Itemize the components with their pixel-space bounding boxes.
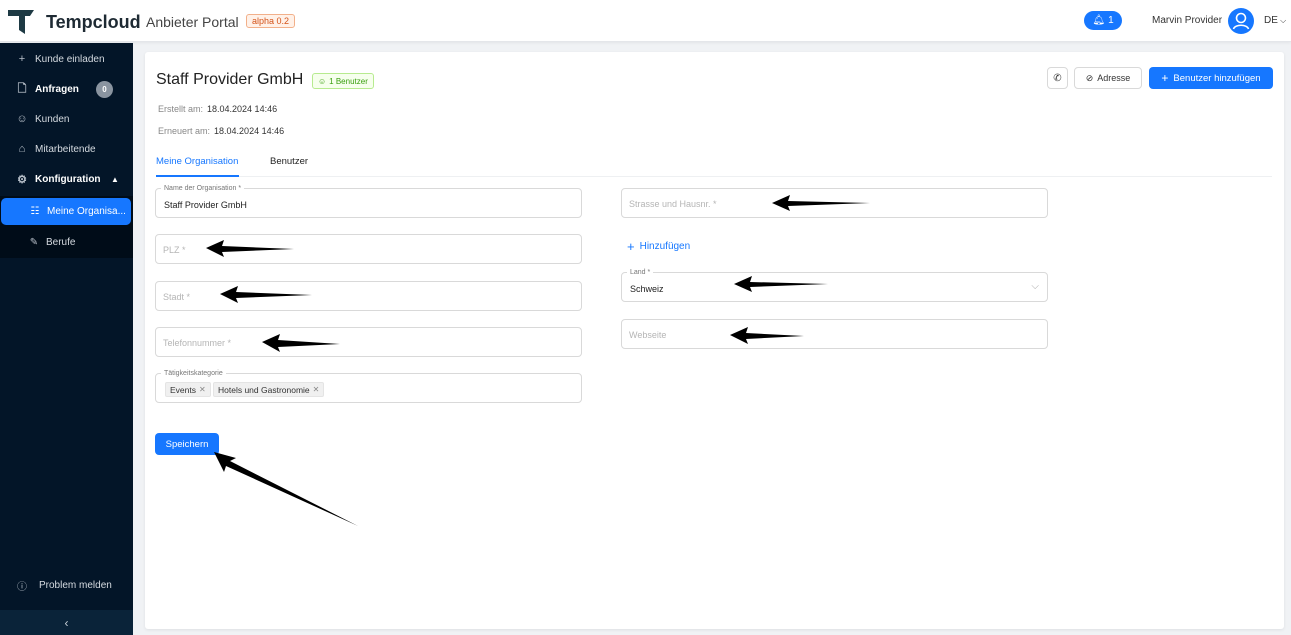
address-button[interactable]: ⊘ Adresse <box>1074 67 1142 89</box>
city-placeholder: Stadt * <box>163 292 191 302</box>
tabs: Meine Organisation Benutzer <box>156 149 1272 177</box>
created-value: 18.04.2024 14:46 <box>207 104 278 114</box>
users-count-tag: ☺︎ 1 Benutzer <box>312 73 374 89</box>
org-name-value: Staff Provider GmbH <box>164 200 247 210</box>
plz-placeholder: PLZ * <box>163 245 186 255</box>
add-link-label: Hinzufügen <box>639 241 691 252</box>
team-icon: ⌂ <box>18 143 26 155</box>
phone-field[interactable]: Telefonnummer * <box>155 327 582 357</box>
users-count-label: 1 Benutzer <box>329 76 368 86</box>
category-tag-label: Hotels und Gastronomie <box>218 384 310 395</box>
sidebar-item-konfiguration[interactable]: ⚙︎ Konfiguration ▲ <box>0 167 133 191</box>
avatar[interactable] <box>1228 8 1254 34</box>
portal-name: Anbieter Portal <box>146 14 239 30</box>
sidebar-item-label: Problem melden <box>39 579 112 591</box>
phone-icon: ✆ <box>1053 72 1062 84</box>
compass-icon: ⊘ <box>1085 72 1094 83</box>
category-select[interactable]: Tätigkeitskategorie Events ✕ Hotels und … <box>155 369 582 403</box>
org-name-field[interactable]: Name der Organisation * Staff Provider G… <box>155 184 582 218</box>
sidebar-item-anfragen[interactable]: 🗋︎ Anfragen 0 <box>0 77 133 101</box>
notification-count: 1 <box>1108 15 1114 26</box>
user-name[interactable]: Marvin Provider <box>1152 15 1222 26</box>
bell-icon: 🔔︎ <box>1092 15 1106 26</box>
tab-benutzer[interactable]: Benutzer <box>270 156 308 167</box>
count-badge: 0 <box>96 81 113 98</box>
phone-placeholder: Telefonnummer * <box>163 338 232 348</box>
add-user-button[interactable]: + Benutzer hinzufügen <box>1149 67 1273 89</box>
sidebar-item-label: Mitarbeitende <box>35 143 96 155</box>
sidebar-item-problem-melden[interactable]: ⓘ Problem melden <box>0 573 133 597</box>
updated-at: Erneuert am: 18.04.2024 14:46 <box>158 126 284 136</box>
add-address-line-button[interactable]: + Hinzufügen <box>627 239 690 254</box>
language-select[interactable]: DE ⌵ <box>1264 15 1286 26</box>
org-icon: ☷ <box>30 206 40 217</box>
sidebar-item-label: Kunden <box>35 113 70 125</box>
chevron-up-icon: ▲ <box>111 174 119 184</box>
save-button[interactable]: Speichern <box>155 433 219 455</box>
plus-icon: + <box>18 53 26 65</box>
category-tag-hotels: Hotels und Gastronomie ✕ <box>213 382 325 397</box>
notifications-button[interactable]: 🔔︎ 1 <box>1084 11 1122 30</box>
page-title: Staff Provider GmbH <box>156 71 304 88</box>
sidebar-item-meine-organisation[interactable]: ☷ Meine Organisa... <box>1 198 131 225</box>
chevron-down-icon: ⌵ <box>1277 16 1287 25</box>
phone-button[interactable]: ✆ <box>1047 67 1068 89</box>
gear-icon: ⚙︎ <box>17 173 27 186</box>
website-field[interactable]: Webseite <box>621 319 1048 349</box>
add-user-button-label: Benutzer hinzufügen <box>1173 72 1261 84</box>
street-placeholder: Strasse und Hausnr. * <box>629 199 717 209</box>
category-tag-events: Events ✕ <box>165 382 211 397</box>
tab-meine-organisation[interactable]: Meine Organisation <box>156 156 238 167</box>
remove-tag-icon[interactable]: ✕ <box>199 385 206 394</box>
sidebar-item-mitarbeitende[interactable]: ⌂ Mitarbeitende <box>0 137 133 161</box>
category-tag-label: Events <box>170 384 196 395</box>
address-button-label: Adresse <box>1097 73 1131 83</box>
plz-field[interactable]: PLZ * <box>155 234 582 264</box>
website-placeholder: Webseite <box>629 330 667 340</box>
sidebar-item-label: Konfiguration <box>35 173 101 185</box>
user-icon <box>1232 12 1250 30</box>
created-at: Erstellt am: 18.04.2024 14:46 <box>158 104 277 114</box>
sidebar-item-label: Anfragen <box>35 83 79 95</box>
sidebar-item-label: Meine Organisa... <box>47 206 126 217</box>
chevron-left-icon: ‹ <box>64 615 69 630</box>
updated-label: Erneuert am: <box>158 126 211 136</box>
active-tab-indicator <box>156 175 239 177</box>
info-icon: ⓘ <box>17 581 27 593</box>
sidebar-item-kunde-einladen[interactable]: + Kunde einladen <box>0 47 133 71</box>
category-label: Tätigkeitskategorie <box>161 369 226 378</box>
city-field[interactable]: Stadt * <box>155 281 582 311</box>
users-icon: ☺︎ <box>16 113 28 125</box>
created-label: Erstellt am: <box>158 104 204 114</box>
updated-value: 18.04.2024 14:46 <box>214 126 285 136</box>
country-select[interactable]: Land * Schweiz ⌵ <box>621 268 1048 302</box>
language-label: DE <box>1264 15 1278 26</box>
street-field[interactable]: Strasse und Hausnr. * <box>621 188 1048 218</box>
plus-icon: + <box>627 239 635 254</box>
collapse-sidebar-button[interactable]: ‹ <box>0 610 133 635</box>
sidebar-item-label: Berufe <box>46 236 76 248</box>
save-button-label: Speichern <box>165 438 209 450</box>
sidebar-item-kunden[interactable]: ☺︎ Kunden <box>0 107 133 131</box>
users-icon: ☺︎ <box>318 76 327 86</box>
remove-tag-icon[interactable]: ✕ <box>313 385 320 394</box>
org-name-label: Name der Organisation * <box>161 184 245 193</box>
country-value: Schweiz <box>630 284 664 294</box>
plus-icon: + <box>1161 71 1169 85</box>
tempcloud-logo-icon[interactable] <box>6 6 36 36</box>
sidebar: + Kunde einladen 🗋︎ Anfragen 0 ☺︎ Kunden… <box>0 43 133 635</box>
document-icon: 🗋︎ <box>17 82 27 95</box>
top-bar: Tempcloud Anbieter Portal alpha 0.2 🔔︎ 1… <box>0 0 1291 42</box>
sidebar-item-berufe[interactable]: ✎ Berufe <box>0 230 133 254</box>
chevron-down-icon: ⌵ <box>1031 281 1039 292</box>
sidebar-item-label: Kunde einladen <box>35 53 105 65</box>
version-badge: alpha 0.2 <box>246 14 296 28</box>
brand-name[interactable]: Tempcloud <box>46 12 141 33</box>
country-label: Land * <box>627 268 654 277</box>
tool-icon: ✎ <box>29 236 39 248</box>
organisation-card: Staff Provider GmbH ☺︎ 1 Benutzer Erstel… <box>145 52 1284 629</box>
